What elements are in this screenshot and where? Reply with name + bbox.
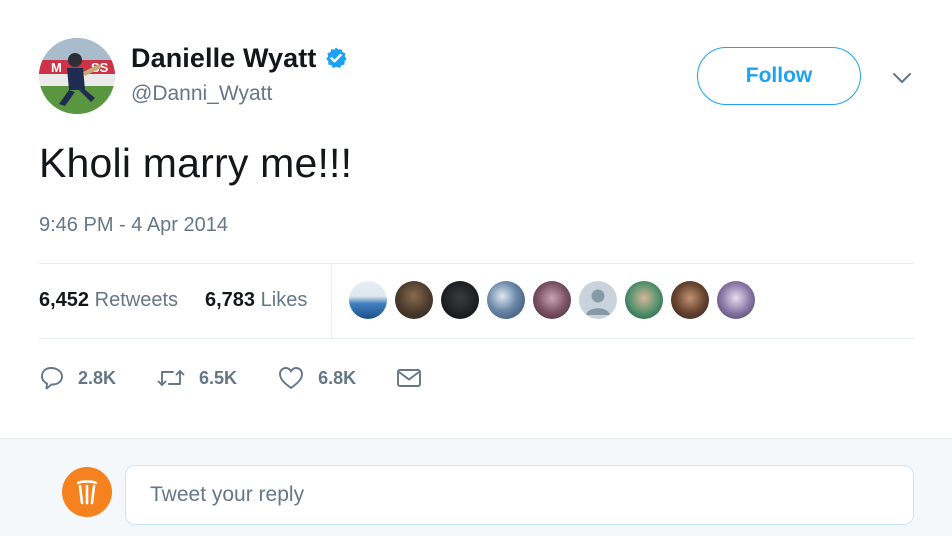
liker-avatar-7[interactable] (625, 281, 663, 319)
cricket-wicket-logo-icon (76, 480, 98, 505)
more-options-chevron-down-icon[interactable] (889, 68, 915, 88)
retweet-count: 6.5K (199, 367, 238, 388)
author-handle[interactable]: @Danni_Wyatt (131, 82, 348, 106)
current-user-avatar[interactable] (62, 467, 112, 517)
liker-avatar-6[interactable] (579, 281, 617, 319)
liker-avatar-5[interactable] (533, 281, 571, 319)
tweet-actions: 2.8K 6.5K 6.8K (39, 360, 422, 396)
author-name-row: Danielle Wyatt (131, 40, 348, 76)
envelope-icon (397, 369, 422, 387)
like-count: 6.8K (318, 367, 357, 388)
author-avatar[interactable]: M SS (39, 38, 115, 114)
tweet-timestamp[interactable]: 9:46 PM - 4 Apr 2014 (39, 214, 228, 237)
heart-icon (279, 367, 304, 389)
liker-avatar-8[interactable] (671, 281, 709, 319)
retweet-action[interactable]: 6.5K (156, 365, 237, 391)
stats-separator (331, 264, 332, 338)
retweets-stat[interactable]: 6,452 Retweets (39, 289, 178, 312)
retweets-count: 6,452 (39, 289, 90, 311)
reply-input[interactable] (125, 465, 914, 525)
reply-bubble-icon (41, 367, 63, 390)
reply-bar (0, 438, 952, 536)
likes-label: Likes (260, 289, 308, 311)
liker-avatar-4[interactable] (487, 281, 525, 319)
direct-message-action[interactable] (396, 367, 422, 389)
liker-avatars (349, 281, 763, 319)
author-info: Danielle Wyatt @Danni_Wyatt (131, 40, 348, 106)
svg-text:M: M (51, 60, 62, 75)
reply-action[interactable]: 2.8K (39, 365, 116, 391)
author-display-name[interactable]: Danielle Wyatt (131, 43, 316, 74)
profile-photo-icon: M SS (39, 38, 115, 114)
likes-count: 6,783 (205, 289, 256, 311)
likes-stat[interactable]: 6,783 Likes (205, 289, 307, 312)
follow-button[interactable]: Follow (697, 47, 861, 105)
tweet-stats: 6,452 Retweets 6,783 Likes (39, 264, 914, 338)
retweets-label: Retweets (94, 289, 178, 311)
tweet-card: M SS Danielle Wyatt @Danni_Wyatt Follow (0, 0, 952, 438)
liker-avatar-9[interactable] (717, 281, 755, 319)
like-action[interactable]: 6.8K (277, 365, 356, 391)
liker-avatar-2[interactable] (395, 281, 433, 319)
tweet-text: Kholi marry me!!! (39, 140, 353, 186)
retweet-icon (157, 370, 185, 386)
liker-avatar-1[interactable] (349, 281, 387, 319)
divider-bottom (39, 338, 914, 339)
verified-badge-icon (324, 46, 348, 70)
default-user-icon (586, 289, 610, 315)
reply-count: 2.8K (78, 367, 117, 388)
liker-avatar-3[interactable] (441, 281, 479, 319)
